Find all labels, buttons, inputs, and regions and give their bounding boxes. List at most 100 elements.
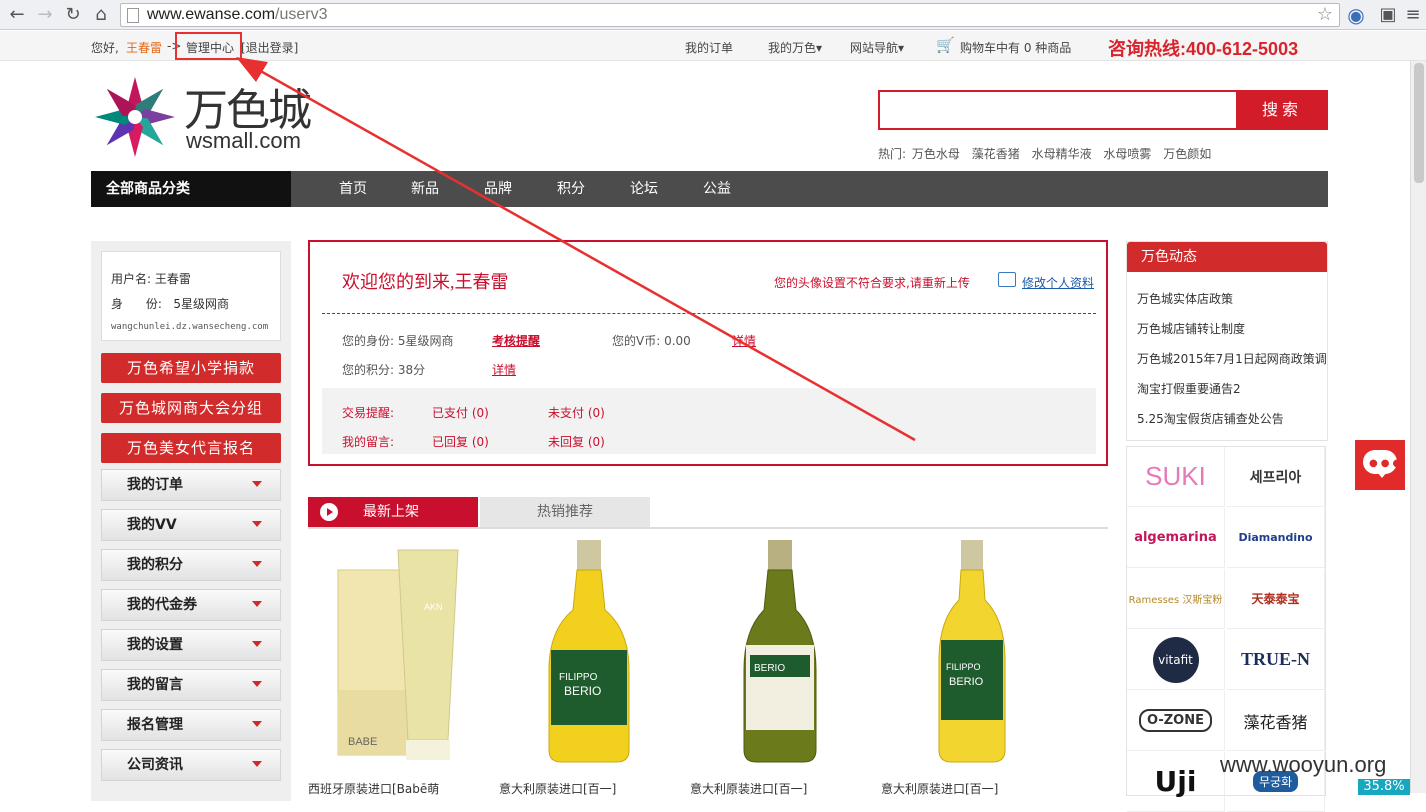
avatar-warning[interactable]: 您的头像设置不符合要求,请重新上传 (774, 274, 970, 291)
bookmark-star-icon[interactable]: ☆ (1317, 4, 1333, 25)
search-input[interactable] (878, 90, 1238, 130)
caret-down-icon (252, 481, 262, 487)
product-card[interactable]: BERIO 意大利原装进口[百一] (690, 540, 870, 796)
nav-points[interactable]: 积分 (557, 171, 585, 207)
unpaid-link[interactable]: 未支付 (0) (548, 404, 605, 421)
menu-company-news[interactable]: 公司资讯 (101, 749, 281, 781)
nav-brand[interactable]: 品牌 (484, 171, 512, 207)
brand-logo[interactable]: vitafit (1127, 630, 1225, 690)
welcome-panel: 欢迎您的到来,王春雷 您的头像设置不符合要求,请重新上传 修改个人资料 您的身份… (308, 240, 1108, 466)
conference-group-button[interactable]: 万色城网商大会分组 (101, 393, 281, 423)
extension-icon[interactable]: ▣ (1377, 4, 1399, 26)
menu-my-settings[interactable]: 我的设置 (101, 629, 281, 661)
hot-label: 热门: (878, 147, 907, 161)
brand-logo[interactable]: Diamandino (1227, 508, 1325, 568)
menu-my-messages[interactable]: 我的留言 (101, 669, 281, 701)
chat-button[interactable]: ●●● (1355, 440, 1405, 490)
review-reminder-link[interactable]: 考核提醒 (492, 332, 540, 349)
donate-button[interactable]: 万色希望小学捐款 (101, 353, 281, 383)
product-name[interactable]: 意大利原装进口[百一] (499, 780, 616, 797)
cart-status[interactable]: 购物车中有 0 种商品 (960, 39, 1071, 56)
product-name[interactable]: 意大利原装进口[百一] (690, 780, 807, 797)
svg-text:BERIO: BERIO (949, 676, 984, 688)
brand-logo[interactable]: Uji (1127, 752, 1225, 812)
menu-icon[interactable]: ≡ (1402, 4, 1424, 26)
hot-word[interactable]: 水母精华液 (1032, 147, 1092, 161)
edit-profile-link[interactable]: 修改个人资料 (1022, 274, 1094, 291)
site-nav-menu[interactable]: 网站导航▾ (850, 39, 904, 56)
vcoin-detail-link[interactable]: 详情 (732, 332, 756, 349)
svg-text:BERIO: BERIO (564, 684, 601, 698)
nav-charity[interactable]: 公益 (703, 171, 731, 207)
svg-text:BERIO: BERIO (754, 663, 785, 674)
unreplied-link[interactable]: 未回复 (0) (548, 433, 605, 450)
username-link[interactable]: 王春雷 (126, 39, 162, 56)
back-icon[interactable]: ← (6, 4, 28, 26)
scrollbar-thumb[interactable] (1414, 63, 1424, 183)
replied-link[interactable]: 已回复 (0) (432, 433, 489, 450)
globe-icon[interactable]: ◉ (1345, 4, 1367, 26)
menu-my-vv[interactable]: 我的VV (101, 509, 281, 541)
all-categories-button[interactable]: 全部商品分类 (91, 171, 291, 207)
brand-logo[interactable]: algemarina (1127, 508, 1225, 568)
news-item[interactable]: 淘宝打假重要通告2 (1137, 380, 1241, 397)
home-icon[interactable]: ⌂ (90, 4, 112, 26)
hotline: 咨询热线:400-612-5003 (1108, 39, 1299, 59)
page-icon (127, 8, 139, 23)
menu-label: 公司资讯 (127, 757, 183, 773)
product-card[interactable]: AKN BABE 西班牙原装进口[Babē萌 (308, 540, 488, 796)
brand-logo[interactable]: SUKI (1127, 447, 1225, 507)
svg-text:FILIPPO: FILIPPO (559, 672, 598, 683)
tab-hot-sales[interactable]: 热销推荐 (480, 497, 650, 527)
brand-logo-text: O-ZONE (1139, 709, 1212, 732)
brand-logo[interactable]: 天泰泰宝 (1227, 569, 1325, 629)
brand-logo[interactable]: 세프리아 (1227, 447, 1325, 507)
cart-icon[interactable]: 🛒 (936, 36, 955, 54)
hot-word[interactable]: 藻花香猪 (972, 147, 1020, 161)
product-card[interactable]: FILIPPO BERIO 意大利原装进口[百一] (499, 540, 679, 796)
news-item[interactable]: 万色城店铺转让制度 (1137, 320, 1245, 337)
brand-logo[interactable]: O-ZONE (1127, 691, 1225, 751)
model-signup-button[interactable]: 万色美女代言报名 (101, 433, 281, 463)
brand-logo[interactable]: Ramesses 汉斯宝粉 (1127, 569, 1225, 629)
main-nav: 全部商品分类 首页 新品 品牌 积分 论坛 公益 (91, 171, 1328, 207)
hot-word[interactable]: 万色水母 (912, 147, 960, 161)
paid-link[interactable]: 已支付 (0) (432, 404, 489, 421)
news-item[interactable]: 万色城实体店政策 (1137, 290, 1233, 307)
nav-new[interactable]: 新品 (411, 171, 439, 207)
brand-logo[interactable]: TRUE-N (1227, 630, 1325, 690)
product-name[interactable]: 意大利原装进口[百一] (881, 780, 998, 797)
forward-icon[interactable]: → (34, 4, 56, 26)
profile-card-icon (998, 272, 1016, 287)
caret-down-icon (252, 561, 262, 567)
hot-word[interactable]: 水母喷雾 (1103, 147, 1151, 161)
my-orders-link[interactable]: 我的订单 (685, 39, 733, 56)
site-logo[interactable]: 万色城 wsmall.com (92, 72, 332, 162)
nav-forum[interactable]: 论坛 (630, 171, 658, 207)
search-button[interactable]: 搜索 (1236, 90, 1328, 130)
product-card[interactable]: FILIPPO BERIO 意大利原装进口[百一] (881, 540, 1061, 796)
nav-home[interactable]: 首页 (339, 171, 367, 207)
news-item[interactable]: 万色城2015年7月1日起网商政策调 (1137, 350, 1327, 367)
menu-label: 报名管理 (127, 717, 183, 733)
product-name[interactable]: 西班牙原装进口[Babē萌 (308, 780, 439, 797)
menu-label: 我的设置 (127, 637, 183, 653)
my-wanse-menu[interactable]: 我的万色▾ (768, 39, 822, 56)
points-text: 您的积分: 38分 (342, 363, 426, 377)
tab-new-arrivals[interactable]: 最新上架 (308, 497, 478, 527)
address-bar[interactable]: www.ewanse.com/userv3 ☆ (120, 3, 1340, 27)
scrollbar[interactable] (1410, 61, 1426, 793)
reload-icon[interactable]: ↻ (62, 4, 84, 26)
menu-my-orders[interactable]: 我的订单 (101, 469, 281, 501)
logout-link[interactable]: [退出登录] (241, 39, 298, 56)
menu-my-points[interactable]: 我的积分 (101, 549, 281, 581)
points-detail-link[interactable]: 详情 (492, 361, 516, 378)
news-item[interactable]: 5.25淘宝假货店铺查处公告 (1137, 410, 1284, 427)
logo-text-en: wsmall.com (186, 128, 301, 153)
product-image-olive-oil-extra-virgin: BERIO (743, 540, 817, 763)
hot-word[interactable]: 万色颜如 (1163, 147, 1211, 161)
menu-label: 我的代金券 (127, 597, 197, 613)
menu-my-coupons[interactable]: 我的代金券 (101, 589, 281, 621)
brand-logo[interactable]: 藻花香猪 (1227, 691, 1325, 751)
menu-signup-admin[interactable]: 报名管理 (101, 709, 281, 741)
